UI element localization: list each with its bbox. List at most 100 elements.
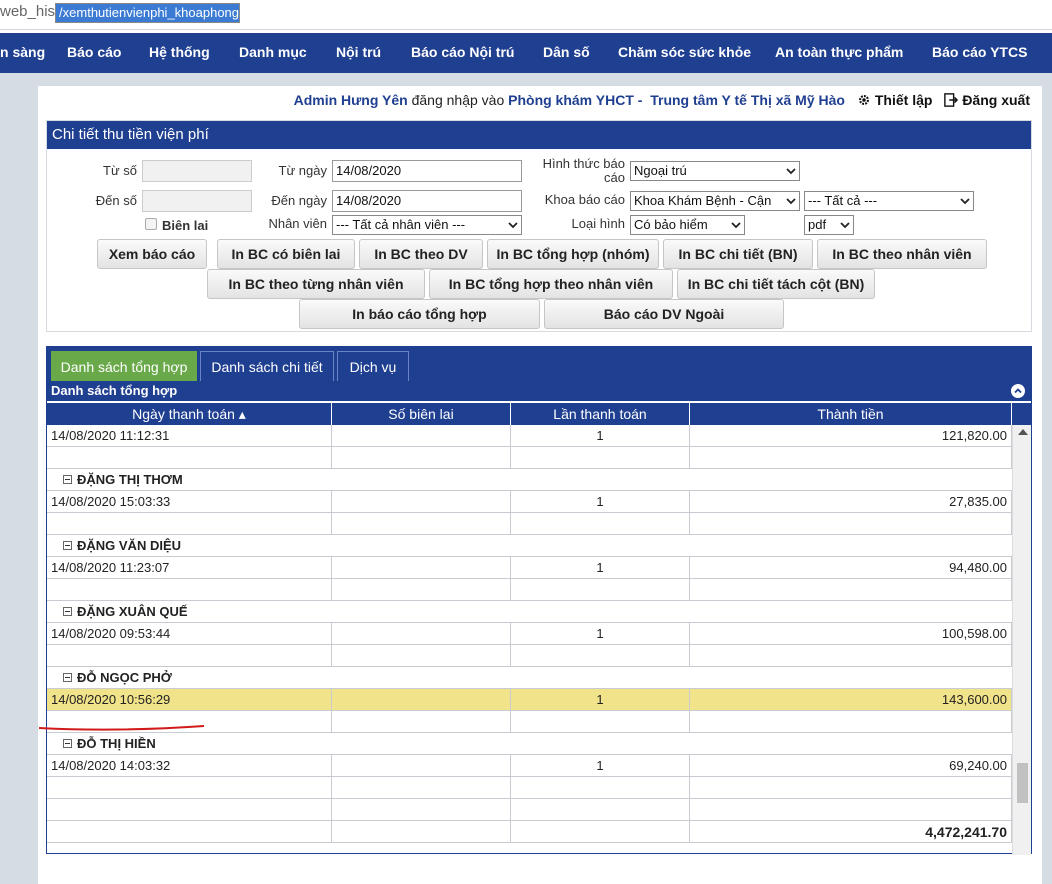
- nav-item-cham-soc-suc-khoe[interactable]: Chăm sóc sức khỏe: [618, 44, 751, 60]
- col-header-spacer: [1012, 403, 1031, 425]
- collapse-group-icon[interactable]: [63, 673, 72, 682]
- panel-title: Chi tiết thu tiền viện phí: [47, 121, 1031, 149]
- cell-so-bien-lai: [332, 447, 511, 469]
- nav-item-man-hinh-cho[interactable]: n sàng: [0, 44, 45, 60]
- total-row: 4,472,241.70: [47, 821, 1012, 843]
- nav-item-he-thong[interactable]: Hệ thống: [149, 44, 210, 60]
- grid-scrollbar[interactable]: [1012, 425, 1031, 855]
- cell-ngay-thanh-toan: 14/08/2020 15:03:33: [47, 491, 332, 513]
- den-ngay-input[interactable]: 14/08/2020: [332, 190, 522, 212]
- group-row[interactable]: ĐẶNG THỊ THƠM: [47, 469, 1012, 491]
- settings-link[interactable]: Thiết lập: [857, 92, 932, 108]
- khoa-select[interactable]: Khoa Khám Bệnh - Cận: [630, 191, 800, 211]
- tab-danh-sach-chi-tiet[interactable]: Danh sách chi tiết: [200, 351, 334, 381]
- cell-so-bien-lai: [332, 579, 511, 601]
- in-bc-theo-tung-nhan-vien-button[interactable]: In BC theo từng nhân viên: [207, 269, 425, 299]
- in-bc-tong-hop-theo-nhan-vien-button[interactable]: In BC tổng hợp theo nhân viên: [429, 269, 673, 299]
- in-bc-chi-tiet-tach-cot-button[interactable]: In BC chi tiết tách cột (BN): [677, 269, 875, 299]
- nav-item-bao-cao[interactable]: Báo cáo: [67, 44, 121, 60]
- cell-lan-thanh-toan: 1: [511, 557, 690, 579]
- cell-so-bien-lai: [332, 557, 511, 579]
- tu-ngay-input[interactable]: 14/08/2020: [332, 160, 522, 182]
- cell-ngay-thanh-toan: 14/08/2020 11:12:31: [47, 425, 332, 447]
- col-header-ngay-thanh-toan[interactable]: Ngày thanh toán ▴: [47, 403, 332, 425]
- nav-item-bao-cao-ytcs[interactable]: Báo cáo YTCS: [932, 44, 1027, 60]
- nhan-vien-label: Nhân viên: [268, 216, 327, 231]
- in-bc-chi-tiet-bn-button[interactable]: In BC chi tiết (BN): [663, 239, 813, 269]
- chevron-down-icon: [840, 222, 850, 229]
- cell-thanh-tien: [690, 579, 1012, 601]
- table-row[interactable]: 14/08/2020 11:23:07 1 94,480.00: [47, 557, 1012, 579]
- group-row[interactable]: ĐỖ THỊ HIỀN: [47, 733, 1012, 755]
- address-bar[interactable]: web_his/xemthutienvienphi_khoaphong#: [0, 0, 1052, 30]
- group-name: ĐỖ NGỌC PHỞ: [77, 670, 172, 685]
- tab-bar: Danh sách tổng hợp Danh sách chi tiết Dị…: [47, 347, 1031, 381]
- collapse-group-icon[interactable]: [63, 475, 72, 484]
- cell-thanh-tien: [690, 645, 1012, 667]
- cell-lan-thanh-toan: 1: [511, 491, 690, 513]
- table-row[interactable]: 14/08/2020 11:12:31 1 121,820.00: [47, 425, 1012, 447]
- bien-lai-checkbox[interactable]: [145, 218, 157, 230]
- in-bc-co-bien-lai-button[interactable]: In BC có biên lai: [217, 239, 355, 269]
- nav-item-noi-tru[interactable]: Nội trú: [336, 44, 381, 60]
- tab-dich-vu[interactable]: Dịch vụ: [337, 351, 409, 381]
- in-bao-cao-tong-hop-button[interactable]: In báo cáo tổng hợp: [299, 299, 540, 329]
- cell-thanh-tien: 100,598.00: [690, 623, 1012, 645]
- table-row[interactable]: 14/08/2020 14:03:32 1 69,240.00: [47, 755, 1012, 777]
- loai-hinh-select[interactable]: Có bảo hiểm: [630, 215, 745, 235]
- logout-link[interactable]: Đăng xuất: [944, 92, 1030, 108]
- khoa-sub-select[interactable]: --- Tất cả ---: [804, 191, 974, 211]
- in-bc-tong-hop-nhom-button[interactable]: In BC tổng hợp (nhóm): [487, 239, 659, 269]
- tu-so-label: Từ số: [103, 163, 137, 178]
- collapse-group-icon[interactable]: [63, 739, 72, 748]
- table-row[interactable]: 14/08/2020 09:53:44 1 100,598.00: [47, 623, 1012, 645]
- nhan-vien-select[interactable]: --- Tất cả nhân viên ---: [332, 215, 522, 235]
- in-bc-theo-nhan-vien-button[interactable]: In BC theo nhân viên: [817, 239, 987, 269]
- cell-thanh-tien: [690, 777, 1012, 799]
- group-row[interactable]: ĐẶNG VĂN DIỆU: [47, 535, 1012, 557]
- cell-so-bien-lai: [332, 623, 511, 645]
- cell-so-bien-lai: [332, 711, 511, 733]
- cell-thanh-tien: 27,835.00: [690, 491, 1012, 513]
- total-cell: [47, 821, 332, 843]
- center-name: Trung tâm Y tế Thị xã Mỹ Hào: [650, 92, 845, 108]
- den-so-input[interactable]: [142, 190, 252, 212]
- nav-item-an-toan-thuc-pham[interactable]: An toàn thực phẩm: [775, 44, 903, 60]
- cell-lan-thanh-toan: [511, 777, 690, 799]
- collapse-group-icon[interactable]: [63, 607, 72, 616]
- xem-bao-cao-button[interactable]: Xem báo cáo: [97, 239, 207, 269]
- cell-lan-thanh-toan: [511, 645, 690, 667]
- group-row[interactable]: ĐỖ NGỌC PHỞ: [47, 667, 1012, 689]
- cell-ngay-thanh-toan: [47, 447, 332, 469]
- cell-thanh-tien: [690, 799, 1012, 821]
- tab-danh-sach-tong-hop[interactable]: Danh sách tổng hợp: [51, 351, 197, 381]
- clinic-name: Phòng khám YHCT -: [508, 92, 643, 108]
- filter-panel: Chi tiết thu tiền viện phí Từ số Đến số …: [46, 120, 1032, 332]
- nav-item-danh-muc[interactable]: Danh mục: [239, 44, 307, 60]
- col-header-so-bien-lai[interactable]: Số biên lai: [332, 403, 511, 425]
- bien-lai-label: Biên lai: [162, 218, 209, 233]
- total-cell: [511, 821, 690, 843]
- nav-item-bao-cao-noi-tru[interactable]: Báo cáo Nội trú: [411, 44, 514, 60]
- scroll-thumb[interactable]: [1017, 763, 1028, 803]
- grid-body: 14/08/2020 11:12:31 1 121,820.00 ĐẶNG THỊ T…: [47, 425, 1012, 855]
- red-underline-annotation: [38, 725, 205, 731]
- in-bc-theo-dv-button[interactable]: In BC theo DV: [359, 239, 483, 269]
- col-header-lan-thanh-toan[interactable]: Lần thanh toán: [511, 403, 690, 425]
- collapse-group-icon[interactable]: [63, 541, 72, 550]
- col-header-thanh-tien[interactable]: Thành tiền: [690, 403, 1012, 425]
- scroll-up-icon[interactable]: [1018, 429, 1028, 435]
- format-select[interactable]: pdf: [804, 215, 854, 235]
- table-row[interactable]: 14/08/2020 15:03:33 1 27,835.00: [47, 491, 1012, 513]
- group-row[interactable]: ĐẶNG XUÂN QUẾ: [47, 601, 1012, 623]
- tu-so-input[interactable]: [142, 160, 252, 182]
- table-row[interactable]: 14/08/2020 10:56:29 1 143,600.00: [47, 689, 1012, 711]
- collapse-icon[interactable]: [1011, 384, 1025, 398]
- nav-item-dan-so[interactable]: Dân số: [543, 44, 590, 60]
- tu-ngay-label: Từ ngày: [278, 163, 327, 178]
- hinh-thuc-select[interactable]: Ngoại trú: [630, 161, 800, 181]
- bao-cao-dv-ngoai-button[interactable]: Báo cáo DV Ngoài: [544, 299, 784, 329]
- chevron-down-icon: [508, 222, 518, 229]
- url-text: web_his/xemthutienvienphi_khoaphong#: [0, 3, 241, 23]
- blank-row: [47, 513, 1012, 535]
